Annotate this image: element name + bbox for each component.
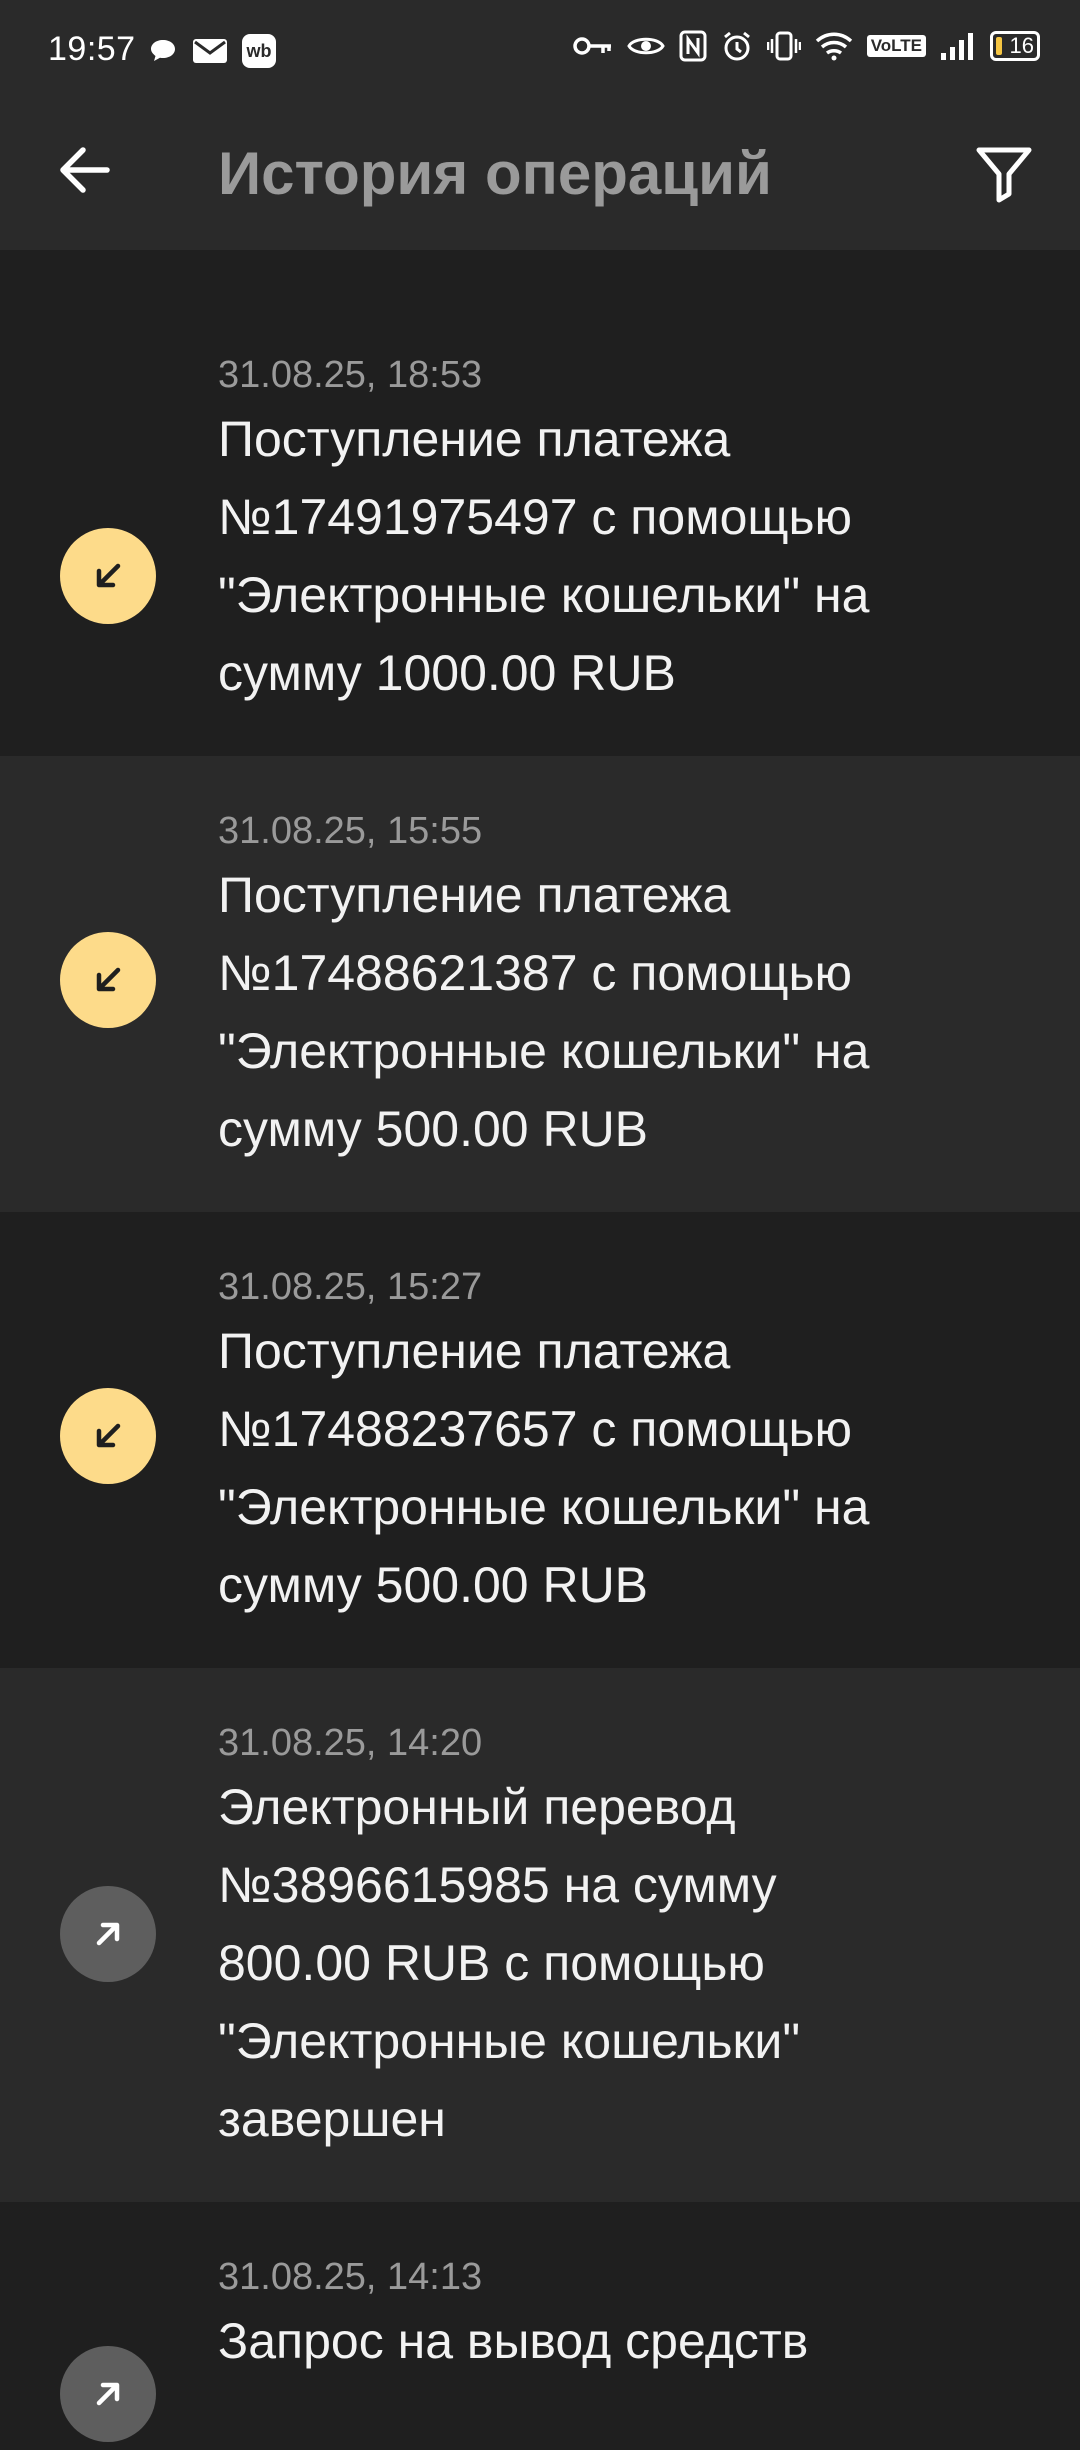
description-line: 800.00 RUB с помощью <box>218 1935 765 1991</box>
operation-date: 31.08.25, 14:20 <box>218 1722 483 1764</box>
description-line: "Электронные кошельки" на <box>218 1023 870 1079</box>
eye-icon <box>626 37 665 55</box>
operation-date: 31.08.25, 15:55 <box>218 810 483 852</box>
description-line: завершен <box>218 2091 446 2147</box>
description-line: Поступление платежа <box>218 411 731 467</box>
operation-description: Поступление платежа №17491975497 с помощ… <box>218 400 1040 712</box>
operation-item[interactable]: 31.08.25, 14:20 Электронный перевод №389… <box>0 1668 1080 2202</box>
list-top-spacer <box>0 250 1080 300</box>
description-line: №3896615985 на сумму <box>218 1857 777 1913</box>
description-line: "Электронные кошельки" на <box>218 1479 870 1535</box>
wb-app-icon: wb <box>242 34 276 68</box>
operation-description: Электронный перевод №3896615985 на сумму… <box>218 1768 1040 2158</box>
app-bar: История операций <box>0 104 1080 250</box>
wb-app-label: wb <box>246 40 272 61</box>
description-line: №17488621387 с помощью <box>218 945 853 1001</box>
description-line: Электронный перевод <box>218 1779 736 1835</box>
status-time: 19:57 <box>48 30 136 68</box>
description-line: №17491975497 с помощью <box>218 489 853 545</box>
notification-icons: wb <box>148 34 276 68</box>
volte-icon: VoLTE <box>866 35 926 57</box>
description-line: Поступление платежа <box>218 1323 731 1379</box>
incoming-operation-icon <box>60 932 156 1028</box>
arrow-left-icon <box>60 147 110 193</box>
battery-icon: 16 <box>990 31 1040 61</box>
operation-description: Поступление платежа №17488621387 с помощ… <box>218 856 1040 1168</box>
operation-item[interactable]: 31.08.25, 18:53 Поступление платежа №174… <box>0 300 1080 756</box>
incoming-operation-icon <box>60 1388 156 1484</box>
key-icon <box>572 37 611 55</box>
wifi-icon <box>815 32 852 61</box>
nfc-icon <box>679 30 707 62</box>
operations-list[interactable]: 31.08.25, 18:53 Поступление платежа №174… <box>0 250 1080 2450</box>
chat-bubble-icon <box>151 40 175 61</box>
signal-icon <box>941 33 973 60</box>
outgoing-operation-icon <box>60 2346 156 2442</box>
arrow-down-left-icon <box>96 563 121 588</box>
outgoing-operation-icon <box>60 1886 156 1982</box>
battery-level: 16 <box>1009 33 1034 58</box>
description-line: №17488237657 с помощью <box>218 1401 853 1457</box>
description-line: сумму 500.00 RUB <box>218 1101 649 1157</box>
description-line: "Электронные кошельки" <box>218 2013 801 2069</box>
page-title: История операций <box>218 140 772 207</box>
description-line: сумму 500.00 RUB <box>218 1557 649 1613</box>
incoming-operation-icon <box>60 528 156 624</box>
alarm-icon <box>723 31 750 61</box>
status-bar: 19:57 wb VoLTE 16 <box>0 0 1080 104</box>
description-line: Запрос на вывод средств <box>218 2313 809 2369</box>
operation-item[interactable]: 31.08.25, 14:13 Запрос на вывод средств <box>0 2202 1080 2450</box>
description-line: сумму 1000.00 RUB <box>218 645 676 701</box>
operation-date: 31.08.25, 14:13 <box>218 2256 483 2298</box>
system-status-icons: VoLTE 16 <box>572 30 1040 62</box>
arrow-down-left-icon <box>96 1423 121 1448</box>
battery-fill <box>996 37 1002 55</box>
vibrate-icon <box>766 31 801 61</box>
operation-date: 31.08.25, 18:53 <box>218 354 483 396</box>
operation-description: Поступление платежа №17488237657 с помощ… <box>218 1312 1040 1624</box>
filter-button[interactable] <box>964 134 1044 214</box>
description-line: "Электронные кошельки" на <box>218 567 870 623</box>
description-line: Поступление платежа <box>218 867 731 923</box>
filter-icon <box>976 147 1032 203</box>
operation-date: 31.08.25, 15:27 <box>218 1266 483 1308</box>
mail-icon <box>193 39 227 63</box>
operation-item[interactable]: 31.08.25, 15:55 Поступление платежа №174… <box>0 756 1080 1212</box>
arrow-up-right-icon <box>96 2382 120 2406</box>
back-button[interactable] <box>48 134 120 206</box>
operation-item[interactable]: 31.08.25, 15:27 Поступление платежа №174… <box>0 1212 1080 1668</box>
arrow-up-right-icon <box>96 1922 120 1946</box>
arrow-down-left-icon <box>96 967 121 992</box>
operation-description: Запрос на вывод средств <box>218 2302 1040 2380</box>
